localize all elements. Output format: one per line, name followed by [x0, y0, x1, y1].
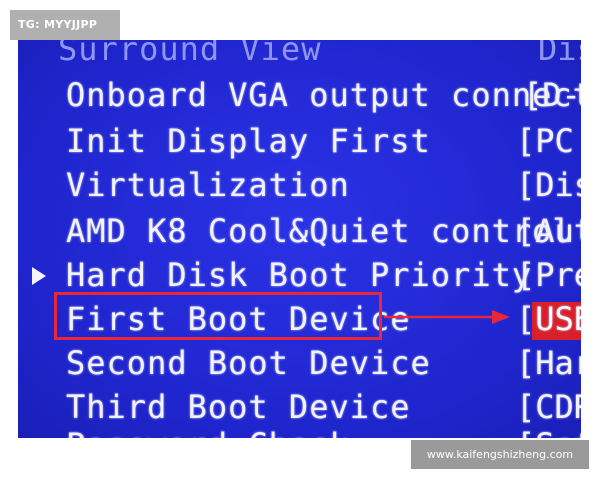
- pointer-arrow-icon: [384, 310, 510, 324]
- bios-screen: Surround View Dis Onboard VGA output con…: [18, 40, 581, 438]
- menu-item-value: [D-S: [523, 76, 581, 114]
- menu-item-surround-view[interactable]: Surround View Dis: [18, 40, 581, 70]
- menu-item-onboard-vga-value: [D-S: [18, 74, 581, 116]
- submenu-arrow-icon: [32, 267, 46, 285]
- menu-item-label: Surround View: [58, 40, 322, 68]
- watermark-tag: TG: MYYJJPP: [10, 10, 120, 40]
- menu-item-value: [Dis: [516, 166, 581, 204]
- menu-item-password-check[interactable]: Password Check [Set: [18, 424, 581, 438]
- menu-item-value: [PC: [516, 122, 574, 160]
- menu-item-hdd-priority[interactable]: Hard Disk Boot Priority [Pre: [18, 254, 581, 296]
- menu-item-value: [Har: [516, 344, 581, 382]
- menu-item-value: Dis: [538, 40, 581, 68]
- menu-item-label: Virtualization: [66, 166, 350, 204]
- menu-item-label: Hard Disk Boot Priority: [66, 256, 533, 294]
- menu-item-value: [Pre: [516, 256, 581, 294]
- menu-item-value: [Aut: [516, 212, 581, 250]
- menu-item-label: Second Boot Device: [66, 344, 431, 382]
- menu-item-label: Init Display First: [66, 122, 431, 160]
- menu-item-cool-quiet[interactable]: AMD K8 Cool&Quiet control [Aut: [18, 210, 581, 252]
- selected-value: USB: [535, 300, 581, 338]
- menu-item-label: Third Boot Device: [66, 388, 411, 426]
- menu-item-third-boot[interactable]: Third Boot Device [CDR: [18, 386, 581, 428]
- menu-item-second-boot[interactable]: Second Boot Device [Har: [18, 342, 581, 384]
- menu-item-virtualization[interactable]: Virtualization [Dis: [18, 164, 581, 206]
- menu-item-label: AMD K8 Cool&Quiet control: [66, 212, 573, 250]
- menu-item-value: [USB: [516, 298, 581, 340]
- menu-item-value: [Set: [516, 424, 581, 438]
- watermark-site: www.kaifengshizheng.com: [411, 440, 589, 469]
- menu-item-init-display[interactable]: Init Display First [PC: [18, 120, 581, 162]
- menu-item-value: [CDR: [516, 388, 581, 426]
- highlight-box: [54, 292, 382, 340]
- menu-item-label: Password Check: [66, 424, 350, 438]
